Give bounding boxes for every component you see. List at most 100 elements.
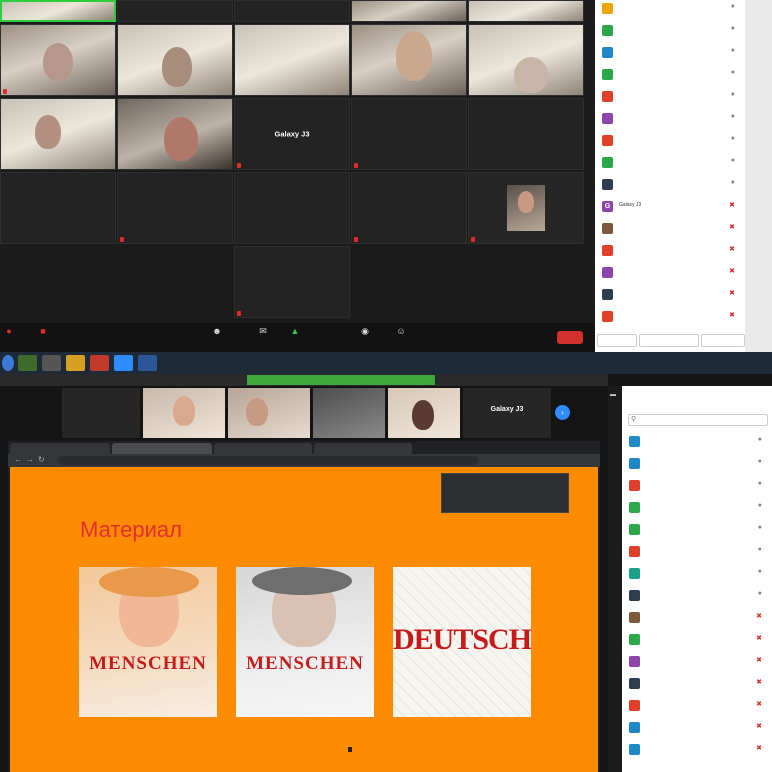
minimize-icon[interactable]: ▬ [610,392,616,398]
participant-row[interactable]: ● [626,565,768,581]
video-tile[interactable] [62,388,140,438]
video-tile[interactable]: Galaxy J3 [463,388,551,438]
mic-icon[interactable]: ● [731,113,735,120]
start-video-button[interactable]: ■ [38,326,48,338]
participant-row[interactable]: ● [626,521,768,537]
participant-row[interactable]: ● [599,44,741,60]
video-tile[interactable] [0,98,116,170]
video-tile[interactable] [117,98,233,170]
forward-icon[interactable]: → [26,455,34,464]
back-icon[interactable]: ← [14,455,22,464]
invite-button[interactable] [597,334,637,347]
start-icon[interactable] [2,355,14,371]
mic-icon[interactable]: ● [731,69,735,76]
video-tile[interactable] [468,172,584,244]
mic-muted-icon[interactable]: ✖ [756,612,762,620]
video-tile[interactable] [351,98,467,170]
participant-row[interactable]: ✖ [599,308,741,324]
mic-muted-icon[interactable]: ✖ [729,223,735,231]
mic-muted-icon[interactable]: ✖ [756,678,762,686]
participant-row[interactable]: ● [626,433,768,449]
participant-row[interactable]: ✖ [626,631,768,647]
participant-row[interactable]: G Galaxy J3 ✖ [599,198,741,214]
address-bar[interactable] [58,456,478,465]
mic-icon[interactable]: ● [731,179,735,186]
video-tile[interactable] [234,24,350,96]
participant-row[interactable]: ● [599,176,741,192]
mic-muted-icon[interactable]: ✖ [729,311,735,319]
folder-icon[interactable] [66,355,85,371]
dictionary-cover[interactable]: DEUTSCH [393,567,531,717]
app-icon[interactable] [42,355,61,371]
participant-row[interactable]: ● [599,88,741,104]
video-tile[interactable] [117,172,233,244]
zoom-icon[interactable] [114,355,133,371]
video-tile[interactable] [234,246,350,318]
participant-search-input[interactable] [628,414,768,426]
mic-muted-icon[interactable]: ✖ [729,289,735,297]
mic-icon[interactable]: ● [758,436,762,443]
video-tile[interactable] [228,388,310,438]
participant-row[interactable]: ● [599,154,741,170]
browser-tab[interactable] [314,443,412,454]
video-tile[interactable] [468,24,584,96]
mic-muted-icon[interactable]: ✖ [756,744,762,752]
unmute-all-button[interactable] [639,334,699,347]
workbook-cover[interactable]: MENSCHEN [236,567,374,717]
mic-icon[interactable]: ● [758,458,762,465]
participant-row[interactable]: ✖ [626,653,768,669]
reactions-button[interactable]: ☺ [396,326,406,338]
mic-icon[interactable]: ● [731,91,735,98]
video-tile[interactable]: Galaxy J3 [234,98,350,170]
mic-muted-icon[interactable]: ✖ [756,656,762,664]
textbook-cover[interactable]: MENSCHEN [79,567,217,717]
mic-icon[interactable]: ● [731,47,735,54]
mic-icon[interactable]: ● [758,502,762,509]
participant-row[interactable]: ✖ [599,220,741,236]
participant-row[interactable]: ● [599,66,741,82]
scrollbar[interactable] [745,0,772,352]
participant-row[interactable]: ✖ [599,242,741,258]
more-button[interactable] [701,334,745,347]
mic-icon[interactable]: ● [758,568,762,575]
video-tile[interactable] [234,172,350,244]
mic-icon[interactable]: ● [758,590,762,597]
browser-tab[interactable] [10,443,110,454]
video-tile[interactable] [0,0,116,22]
participants-button[interactable]: ☻ [212,326,222,338]
video-tile[interactable] [0,172,116,244]
view-options-dropdown[interactable] [447,376,522,385]
participant-row[interactable]: ● [599,132,741,148]
mic-muted-icon[interactable]: ✖ [729,245,735,253]
participant-row[interactable]: ● [626,477,768,493]
participant-row[interactable]: ✖ [599,286,741,302]
video-tile[interactable] [117,0,233,22]
word-icon[interactable] [138,355,157,371]
mic-muted-icon[interactable]: ✖ [729,267,735,275]
participant-row[interactable]: ● [599,110,741,126]
video-tile[interactable] [0,24,116,96]
participant-row[interactable]: ✖ [626,675,768,691]
participant-row[interactable]: ● [626,543,768,559]
share-screen-button[interactable]: ▲ [290,326,300,338]
mic-muted-icon[interactable]: ✖ [756,700,762,708]
participant-row[interactable]: ● [626,455,768,471]
video-tile[interactable] [351,0,467,22]
leave-button[interactable] [557,331,583,344]
participant-row[interactable]: ● [599,22,741,38]
mic-muted-icon[interactable]: ✖ [729,201,735,209]
mic-muted-icon[interactable]: ✖ [756,722,762,730]
video-tile[interactable] [468,98,584,170]
reload-icon[interactable]: ↻ [38,455,45,464]
desktop-app-icon[interactable] [18,355,37,371]
mic-icon[interactable]: ● [731,3,735,10]
app-icon[interactable] [90,355,109,371]
video-tile[interactable] [351,172,467,244]
mic-icon[interactable]: ● [758,546,762,553]
participant-row[interactable]: ● [599,0,741,16]
participant-row[interactable]: ✖ [626,609,768,625]
browser-tab[interactable] [214,443,312,454]
record-button[interactable]: ◉ [360,326,370,338]
participant-row[interactable]: ✖ [626,697,768,713]
participant-row[interactable]: ✖ [626,719,768,735]
